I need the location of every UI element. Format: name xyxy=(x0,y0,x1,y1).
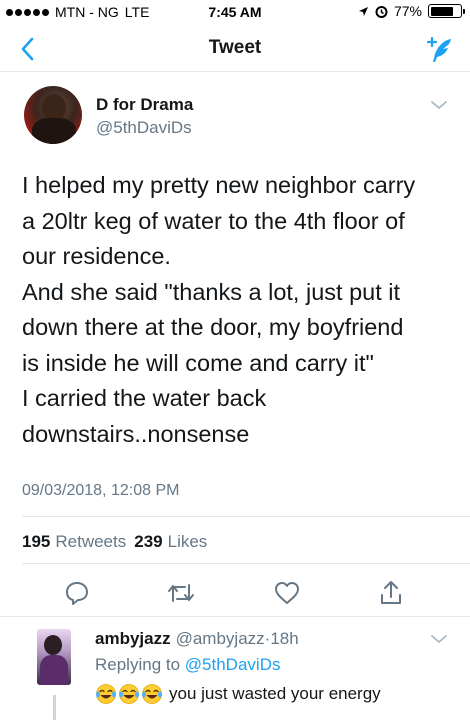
tweet-text-line: I carried the water back xyxy=(22,385,267,411)
thread-line xyxy=(53,695,56,720)
tweet-text-line: a 20ltr keg of water to the 4th floor of xyxy=(22,207,405,234)
tweet-text-line: is inside he will come and carry it" xyxy=(22,349,374,376)
compose-tweet-button[interactable] xyxy=(422,34,456,66)
likes-label: Likes xyxy=(167,532,208,551)
chevron-left-icon xyxy=(21,37,34,61)
reply-body: you just wasted your energy xyxy=(169,684,381,703)
likes-stat[interactable]: 239 Likes xyxy=(134,532,207,552)
tweet-stats: 195 Retweets 239 Likes xyxy=(22,532,207,552)
likes-count: 239 xyxy=(134,532,163,551)
chevron-down-icon[interactable] xyxy=(430,98,448,112)
battery-percent: 77% xyxy=(393,3,422,19)
replying-mention[interactable]: @5thDaviDs xyxy=(185,655,281,674)
retweets-count: 195 xyxy=(22,532,51,551)
compose-tweet-icon xyxy=(426,36,451,62)
tweet-text-line: downstairs..nonsense xyxy=(22,420,250,447)
share-icon xyxy=(381,581,401,604)
chevron-down-icon[interactable] xyxy=(430,632,448,646)
like-button[interactable] xyxy=(272,578,302,608)
tears-of-joy-emoji-icon xyxy=(96,684,116,704)
reply-text: you just wasted your energy xyxy=(95,683,381,705)
tweet-text-line: And she said "thanks a lot, just put it xyxy=(22,278,401,305)
tweet-text-line: our residence. xyxy=(22,243,171,269)
author-handle[interactable]: @5thDaviDs xyxy=(96,118,192,138)
reply-author-name[interactable]: ambyjazz xyxy=(95,629,171,649)
tweet-text-line: I helped my pretty new neighbor carry xyxy=(22,172,416,198)
replying-to: Replying to @5thDaviDs xyxy=(95,655,280,675)
reply-author-avatar[interactable] xyxy=(37,629,71,685)
reply-time: 18h xyxy=(270,629,299,648)
tweet-timestamp: 09/03/2018, 12:08 PM xyxy=(22,482,180,499)
reply-header: ambyjazz @ambyjazz · 18h xyxy=(95,629,299,649)
reply-button[interactable] xyxy=(62,578,92,608)
tweet-actions xyxy=(0,578,470,618)
share-button[interactable] xyxy=(376,578,406,608)
battery-icon xyxy=(428,4,465,18)
reply-author-handle[interactable]: @ambyjazz xyxy=(176,629,265,649)
alarm-icon xyxy=(375,5,388,18)
emoji-row xyxy=(95,683,163,705)
status-bar: MTN - NG LTE 7:45 AM 77% xyxy=(0,0,470,26)
tweet-text-line: down there at the door, my boyfriend xyxy=(22,314,404,340)
author-name[interactable]: D for Drama xyxy=(96,95,193,115)
nav-bar: Tweet xyxy=(0,26,470,72)
location-arrow-icon xyxy=(358,6,368,16)
retweets-label: Retweets xyxy=(55,532,127,551)
tears-of-joy-emoji-icon xyxy=(142,684,162,704)
reply-tweet[interactable]: ambyjazz @ambyjazz · 18h Replying to @5thD… xyxy=(0,617,470,720)
tears-of-joy-emoji-icon xyxy=(119,684,139,704)
reply-icon xyxy=(66,582,88,605)
back-button[interactable] xyxy=(14,34,40,64)
author-avatar[interactable] xyxy=(24,86,82,144)
heart-icon xyxy=(275,582,299,604)
divider xyxy=(22,516,470,517)
retweets-stat[interactable]: 195 Retweets xyxy=(22,532,126,552)
divider xyxy=(22,563,470,564)
replying-prefix: Replying to xyxy=(95,655,181,674)
retweet-icon xyxy=(168,584,194,602)
tweet-text: I helped my pretty new neighbor carry a … xyxy=(22,168,454,452)
battery-fill xyxy=(430,6,453,16)
page-title: Tweet xyxy=(208,37,262,58)
status-right: 77% xyxy=(358,3,465,19)
retweet-button[interactable] xyxy=(166,578,196,608)
